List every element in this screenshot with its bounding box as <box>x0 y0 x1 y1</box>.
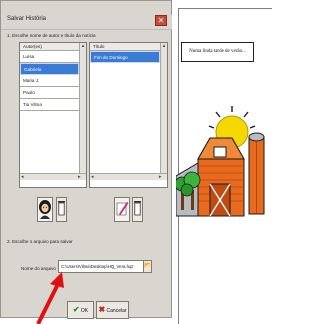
author-list-item[interactable]: Luísa <box>20 51 79 63</box>
scroll-right-icon[interactable]: ▸ <box>159 174 162 180</box>
title-list-rows: Fim do Domingo <box>90 51 160 63</box>
scroll-left-icon[interactable]: ◂ <box>21 174 24 180</box>
story-caption[interactable]: Numa linda tarde de verão... <box>181 42 254 62</box>
scroll-up-icon[interactable]: ▴ <box>80 43 86 49</box>
title-list[interactable]: Título Fim do Domingo ▴ ◂ ▸ <box>89 42 168 188</box>
barn-scene-illustration <box>176 106 265 217</box>
title-list-vscrollbar[interactable]: ▴ <box>160 43 167 173</box>
trash-icon <box>134 201 141 216</box>
delete-author-button[interactable] <box>56 197 67 222</box>
cancel-button-label: Cancelar <box>106 308 127 314</box>
scroll-up-icon[interactable]: ▴ <box>161 43 167 49</box>
author-list-vscrollbar[interactable]: ▴ <box>79 43 86 173</box>
author-list-item[interactable]: Gabriela <box>20 63 79 75</box>
ok-button[interactable]: ✔ OK <box>67 301 94 319</box>
x-icon: ✖ <box>98 305 106 314</box>
author-list-item[interactable]: Maria J. <box>20 75 79 87</box>
title-list-item[interactable]: Fim do Domingo <box>90 51 160 63</box>
scroll-left-icon[interactable]: ◂ <box>91 174 94 180</box>
title-list-header[interactable]: Título <box>90 43 160 51</box>
author-list-item[interactable]: Paulo <box>20 87 79 99</box>
edit-page-icon <box>116 202 129 216</box>
file-path-input[interactable]: C:\Users\Vilma\Desktop\HQ_Vera.hqz <box>58 260 152 273</box>
check-icon: ✔ <box>72 305 80 314</box>
section2-label: 2. Escolhe o arquivo para salvar <box>7 239 73 244</box>
section1-label: 1. Escolhe nome de autor e título da not… <box>7 33 96 38</box>
red-arrow-annotation <box>36 272 64 324</box>
dialog-title-bar[interactable]: Salvar História ✕ <box>1 15 172 30</box>
ok-button-label: OK <box>80 308 89 314</box>
author-portrait-icon <box>39 200 51 219</box>
edit-title-button[interactable] <box>114 197 130 222</box>
folder-icon: 📂 <box>144 263 152 269</box>
delete-title-button[interactable] <box>132 197 143 222</box>
cancel-button[interactable]: ✖ Cancelar <box>96 301 129 319</box>
dialog-title: Salvar História <box>7 16 47 22</box>
author-list-rows: Luísa Gabriela Maria J. Paulo Tia Vilma <box>20 51 79 111</box>
trash-icon <box>58 201 65 216</box>
title-list-hscrollbar[interactable]: ◂ ▸ <box>90 173 167 180</box>
close-button[interactable]: ✕ <box>155 15 167 26</box>
scroll-right-icon[interactable]: ▸ <box>78 174 81 180</box>
silo-icon <box>248 132 265 215</box>
author-list-header[interactable]: Autor(es) <box>20 43 79 51</box>
browse-file-button[interactable]: 📂 <box>143 260 152 273</box>
author-list-item[interactable]: Tia Vilma <box>20 99 79 111</box>
add-author-button[interactable] <box>37 197 53 222</box>
author-list-hscrollbar[interactable]: ◂ ▸ <box>20 173 86 180</box>
author-list[interactable]: Autor(es) Luísa Gabriela Maria J. Paulo Tia … <box>19 42 87 188</box>
